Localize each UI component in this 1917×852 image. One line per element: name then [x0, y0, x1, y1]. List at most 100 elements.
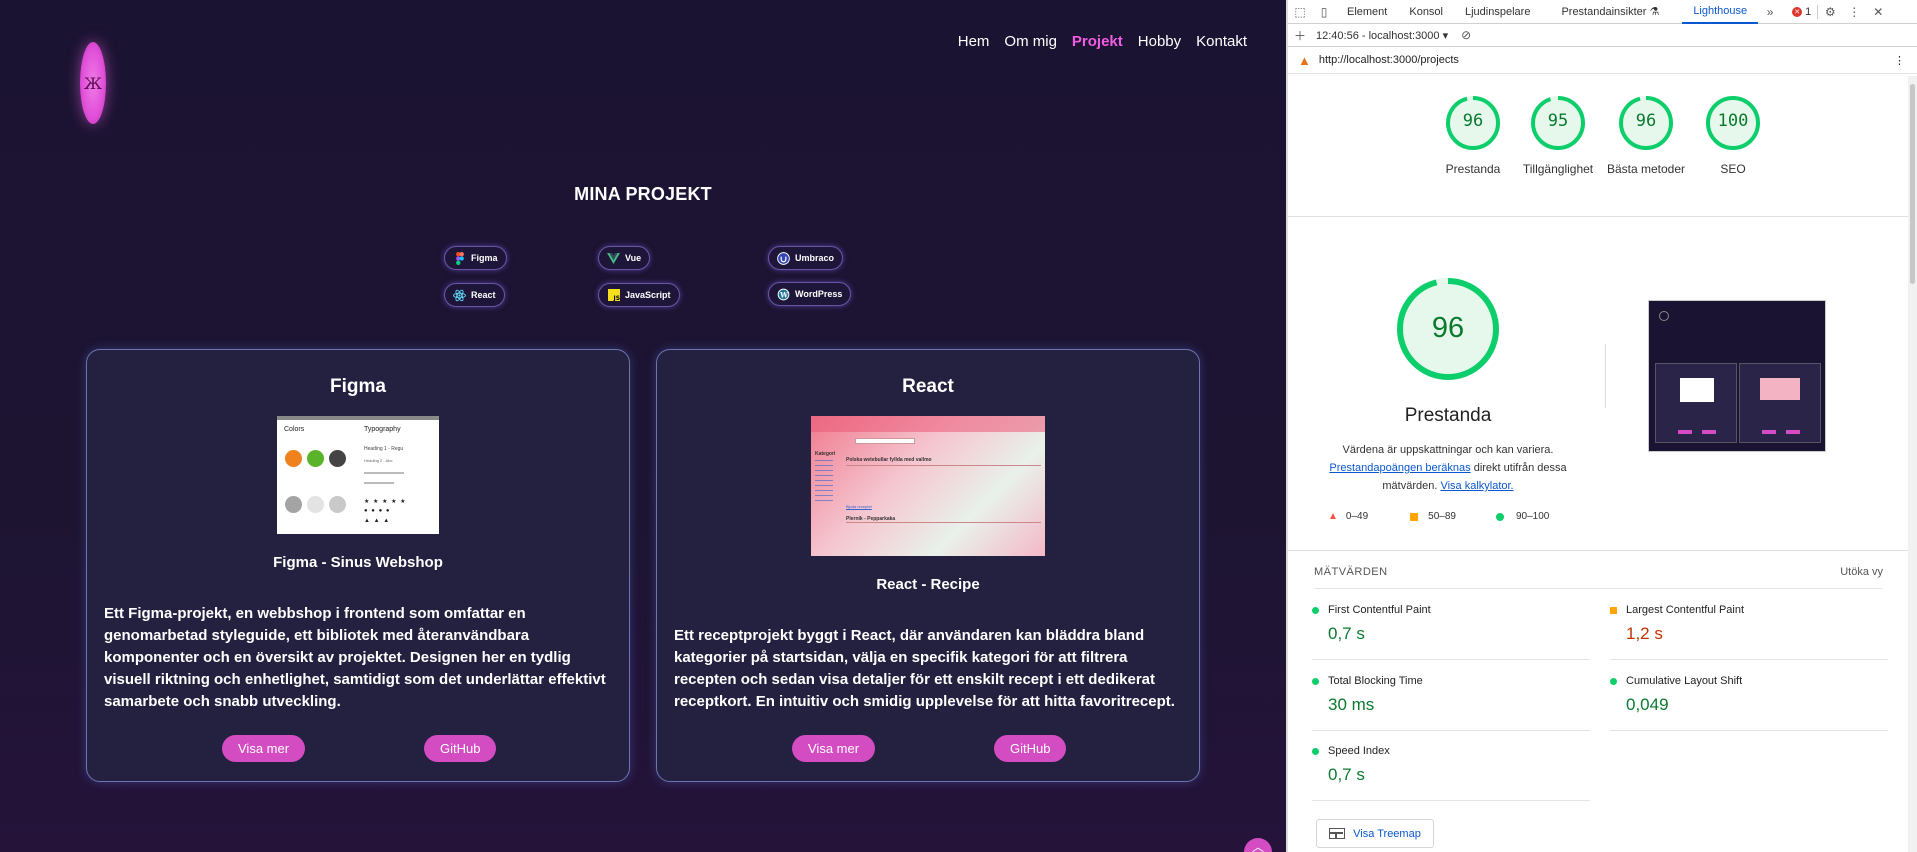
swatch: [285, 496, 302, 513]
swatch: [285, 450, 302, 467]
thumb-image: [1760, 378, 1800, 400]
url-more-icon[interactable]: ⋮: [1894, 54, 1905, 67]
good-circle-icon: [1610, 678, 1617, 685]
url-bar: ▲ http://localhost:3000/projects ⋮: [1288, 47, 1917, 74]
tab-prestandainsikter[interactable]: Prestandainsikter ⚗: [1541, 0, 1670, 24]
score-gauge[interactable]: 95: [1530, 95, 1586, 151]
tab-element[interactable]: Element: [1336, 0, 1398, 24]
figma-project-thumbnail[interactable]: Colors Typography Heading 1 - Regu Headi…: [277, 416, 439, 534]
scroll-to-top-button[interactable]: ︿: [1244, 838, 1272, 852]
thumb-heading2-label: Heading 2 - Abc: [364, 458, 393, 463]
chevron-up-icon: ︿: [1251, 840, 1264, 852]
clear-icon[interactable]: ⊘: [1454, 23, 1478, 47]
nav-kontakt[interactable]: Kontakt: [1196, 33, 1247, 50]
visa-mer-button[interactable]: Visa mer: [222, 735, 306, 762]
error-count: 1: [1805, 5, 1812, 18]
tech-label: Umbraco: [795, 253, 835, 263]
thumb-typography-label: Typography: [364, 426, 401, 433]
calculator-link[interactable]: Visa kalkylator.: [1440, 480, 1513, 492]
tab-ljudinspelare[interactable]: Ljudinspelare: [1454, 0, 1541, 24]
good-circle-icon: [1312, 607, 1319, 614]
nav-hobby[interactable]: Hobby: [1138, 33, 1181, 50]
nav-hem[interactable]: Hem: [958, 33, 990, 50]
metric-name: Total Blocking Time: [1328, 675, 1423, 687]
score-gauge[interactable]: 100: [1705, 95, 1761, 151]
view-treemap-button[interactable]: Visa Treemap: [1316, 819, 1434, 848]
tech-label: Vue: [625, 253, 642, 263]
tab-lighthouse[interactable]: Lighthouse: [1682, 0, 1759, 24]
visa-mer-button[interactable]: Visa mer: [792, 735, 876, 762]
performance-gauge: 96: [1395, 276, 1501, 382]
score-legend: ▲ 0–49 50–89 90–100: [1328, 511, 1549, 522]
javascript-icon: JS: [607, 289, 620, 302]
score-gauge[interactable]: 96: [1445, 95, 1501, 151]
plus-icon[interactable]: ＋: [1288, 23, 1312, 47]
card-description: Ett Figma-projekt, en webbshop i fronten…: [104, 605, 606, 710]
thumb-category-list: [815, 460, 833, 504]
page-title: MINA PROJEKT: [574, 184, 712, 204]
tech-javascript[interactable]: JS JavaScript: [598, 283, 680, 307]
report-selector[interactable]: 12:40:56 - localhost:3000 ▾: [1316, 29, 1448, 42]
site-logo[interactable]: Ж: [80, 42, 106, 124]
close-icon[interactable]: ✕: [1866, 0, 1890, 24]
card-heading: Figma: [330, 376, 386, 397]
svg-text:JS: JS: [612, 295, 620, 301]
metrics-title: MÄTVÄRDEN: [1314, 566, 1388, 578]
report-scrollbar[interactable]: [1908, 76, 1917, 852]
performance-score: 96: [1431, 312, 1465, 344]
nav-projekt[interactable]: Projekt: [1072, 33, 1123, 50]
scrollbar-thumb[interactable]: [1910, 84, 1915, 284]
tab-konsol[interactable]: Konsol: [1398, 0, 1454, 24]
metric-name: Cumulative Layout Shift: [1626, 675, 1743, 687]
github-button[interactable]: GitHub: [424, 735, 497, 762]
report-url[interactable]: http://localhost:3000/projects: [1319, 54, 1459, 66]
gauge-score: 95: [1547, 111, 1569, 131]
inspect-icon[interactable]: ⬚: [1288, 0, 1312, 24]
tech-label: Figma: [471, 253, 498, 263]
more-tabs-icon[interactable]: »: [1758, 0, 1782, 24]
good-circle-icon: [1312, 748, 1319, 755]
average-square-icon: [1610, 607, 1617, 614]
report-session: 12:40:56 - localhost:3000: [1316, 29, 1440, 42]
tech-label: JavaScript: [625, 290, 671, 300]
thumb-link: Bjuda receptet: [846, 504, 872, 509]
device-toggle-icon[interactable]: ▯: [1312, 0, 1336, 24]
gauge-label: SEO: [1720, 162, 1746, 176]
tech-wordpress[interactable]: W WordPress: [768, 282, 852, 306]
metric-value: 0,7 s: [1328, 765, 1365, 784]
card-heading: React: [902, 376, 954, 397]
tech-figma[interactable]: Figma: [444, 246, 507, 270]
logo-glyph: Ж: [84, 73, 102, 93]
poor-triangle-icon: ▲: [1328, 511, 1338, 522]
react-icon: [453, 289, 466, 302]
thumb-line: [364, 482, 394, 484]
swatch: [307, 496, 324, 513]
github-button[interactable]: GitHub: [994, 735, 1067, 762]
metric-divider: [1312, 800, 1590, 801]
error-badge[interactable]: ✕ 1: [1792, 6, 1811, 18]
tech-umbraco[interactable]: Umbraco: [768, 246, 844, 270]
thumb-line: [364, 472, 404, 474]
more-options-icon[interactable]: ⋮: [1842, 0, 1866, 24]
average-square-icon: [1410, 512, 1419, 521]
react-project-thumbnail[interactable]: Kategori Polska wetebullar fyllda med va…: [811, 416, 1045, 556]
good-circle-icon: [1495, 512, 1504, 521]
section-divider: [1288, 550, 1908, 551]
card-description: Ett receptprojekt byggt i React, där anv…: [674, 627, 1175, 710]
tech-label: WordPress: [795, 289, 843, 299]
devtools-tab-bar: ⬚ ▯ Element Konsol Ljudinspelare Prestan…: [1288, 0, 1917, 24]
gauge-label: Tillgänglighet: [1522, 162, 1594, 176]
page-screenshot-thumbnail[interactable]: [1648, 300, 1826, 452]
metric-divider: [1312, 730, 1590, 731]
tech-react[interactable]: React: [444, 283, 505, 307]
thumb-recipe-text: [846, 465, 1041, 490]
settings-gear-icon[interactable]: ⚙: [1818, 0, 1842, 24]
score-gauge[interactable]: 96: [1618, 95, 1674, 151]
thumb-image: [1680, 378, 1714, 402]
flask-icon: ⚗: [1649, 6, 1660, 18]
note-text: Värdena är uppskattningar och kan varier…: [1342, 444, 1554, 456]
nav-om-mig[interactable]: Om mig: [1004, 33, 1057, 50]
expand-view-button[interactable]: Utöka vy: [1840, 566, 1883, 578]
tech-vue[interactable]: Vue: [598, 246, 651, 270]
score-calc-link[interactable]: Prestandapoängen beräknas: [1329, 462, 1470, 474]
